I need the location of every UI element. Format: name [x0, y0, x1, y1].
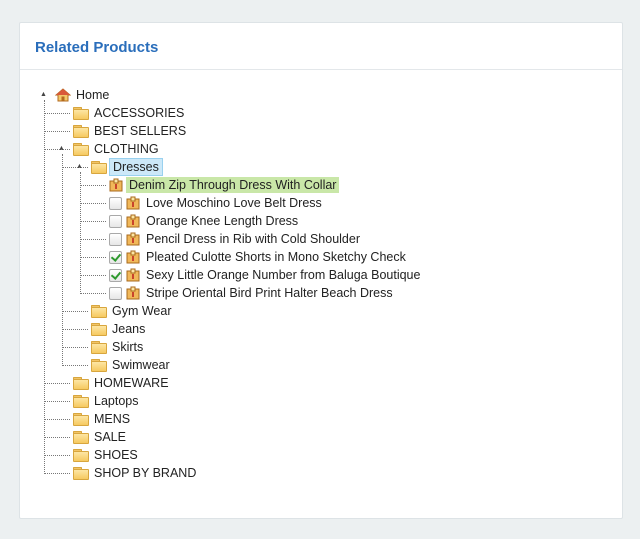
home-icon — [55, 88, 71, 102]
tree-line — [44, 100, 45, 474]
product-node[interactable]: Love Moschino Love Belt Dress — [109, 194, 325, 212]
product-checkbox[interactable] — [109, 250, 122, 264]
tree-node-shoes[interactable]: SHOES — [73, 446, 141, 464]
tree-node-label: Jeans — [112, 322, 146, 336]
tree-node-accessories[interactable]: ACCESSORIES — [73, 104, 187, 122]
product-node[interactable]: Denim Zip Through Dress With Collar — [109, 176, 340, 194]
tree-node-laptops[interactable]: Laptops — [73, 392, 141, 410]
product-checkbox[interactable] — [109, 268, 122, 282]
tree-node-mens[interactable]: MENS — [73, 410, 133, 428]
folder-icon — [91, 359, 107, 372]
folder-open-icon — [91, 161, 107, 174]
product-label: Love Moschino Love Belt Dress — [146, 196, 322, 210]
tree-node-label: MENS — [94, 412, 131, 426]
folder-icon — [73, 449, 89, 462]
tree-node-best-sellers[interactable]: BEST SELLERS — [73, 122, 189, 140]
tree-node-sale[interactable]: SALE — [73, 428, 129, 446]
tree-node-label: HOMEWARE — [94, 376, 169, 390]
product-checkbox[interactable] — [109, 232, 122, 246]
tree-node-label: Swimwear — [112, 358, 170, 372]
tree-node-homeware[interactable]: HOMEWARE — [73, 374, 172, 392]
product-checkbox[interactable] — [109, 286, 122, 300]
folder-icon — [73, 125, 89, 138]
folder-icon — [73, 467, 89, 480]
product-icon — [109, 178, 123, 192]
folder-icon — [91, 341, 107, 354]
product-node[interactable]: Stripe Oriental Bird Print Halter Beach … — [109, 284, 396, 302]
product-label: Stripe Oriental Bird Print Halter Beach … — [146, 286, 393, 300]
tree-node-label: CLOTHING — [94, 142, 159, 156]
product-icon — [126, 268, 140, 282]
product-icon — [126, 214, 140, 228]
product-node[interactable]: Pleated Culotte Shorts in Mono Sketchy C… — [109, 248, 409, 266]
tree-node-gym-wear[interactable]: Gym Wear — [91, 302, 175, 320]
tree-node-label: Home — [76, 88, 110, 102]
tree-node-clothing[interactable]: CLOTHING — [73, 140, 162, 158]
product-node[interactable]: Orange Knee Length Dress — [109, 212, 301, 230]
product-icon — [126, 286, 140, 300]
tree-node-skirts[interactable]: Skirts — [91, 338, 146, 356]
product-node[interactable]: Sexy Little Orange Number from Baluga Bo… — [109, 266, 423, 284]
tree-line — [62, 154, 63, 366]
product-node[interactable]: Pencil Dress in Rib with Cold Shoulder — [109, 230, 363, 248]
tree-node-label: Gym Wear — [112, 304, 172, 318]
folder-icon — [91, 323, 107, 336]
tree-node-label: Skirts — [112, 340, 144, 354]
folder-icon — [73, 107, 89, 120]
panel-title: Related Products — [35, 39, 159, 56]
product-label: Denim Zip Through Dress With Collar — [126, 177, 340, 193]
product-label: Pencil Dress in Rib with Cold Shoulder — [146, 232, 360, 246]
product-icon — [126, 232, 140, 246]
product-label: Pleated Culotte Shorts in Mono Sketchy C… — [146, 250, 406, 264]
tree-node-jeans[interactable]: Jeans — [91, 320, 148, 338]
product-checkbox[interactable] — [109, 214, 122, 228]
product-label: Orange Knee Length Dress — [146, 214, 299, 228]
folder-icon — [73, 143, 89, 156]
tree-node-label: SHOES — [94, 448, 138, 462]
folder-icon — [73, 413, 89, 426]
tree-node-label: SALE — [94, 430, 126, 444]
product-checkbox[interactable] — [109, 196, 122, 210]
tree-node-label: Dresses — [109, 158, 163, 176]
product-icon — [126, 196, 140, 210]
tree-node-swimwear[interactable]: Swimwear — [91, 356, 173, 374]
tree-node-shop-by-brand[interactable]: SHOP BY BRAND — [73, 464, 199, 482]
product-icon — [126, 250, 140, 264]
product-label: Sexy Little Orange Number from Baluga Bo… — [146, 268, 421, 282]
folder-icon — [91, 305, 107, 318]
tree-node-label: BEST SELLERS — [94, 124, 187, 138]
tree-node-home[interactable]: Home — [55, 86, 112, 104]
collapse-icon[interactable]: ▲ — [40, 91, 47, 98]
tree-node-label: SHOP BY BRAND — [94, 466, 197, 480]
folder-icon — [73, 395, 89, 408]
tree-node-dresses[interactable]: Dresses — [91, 158, 163, 176]
tree-node-label: ACCESSORIES — [94, 106, 185, 120]
tree-node-label: Laptops — [94, 394, 139, 408]
folder-icon — [73, 377, 89, 390]
panel-header: Related Products — [20, 23, 622, 70]
folder-icon — [73, 431, 89, 444]
